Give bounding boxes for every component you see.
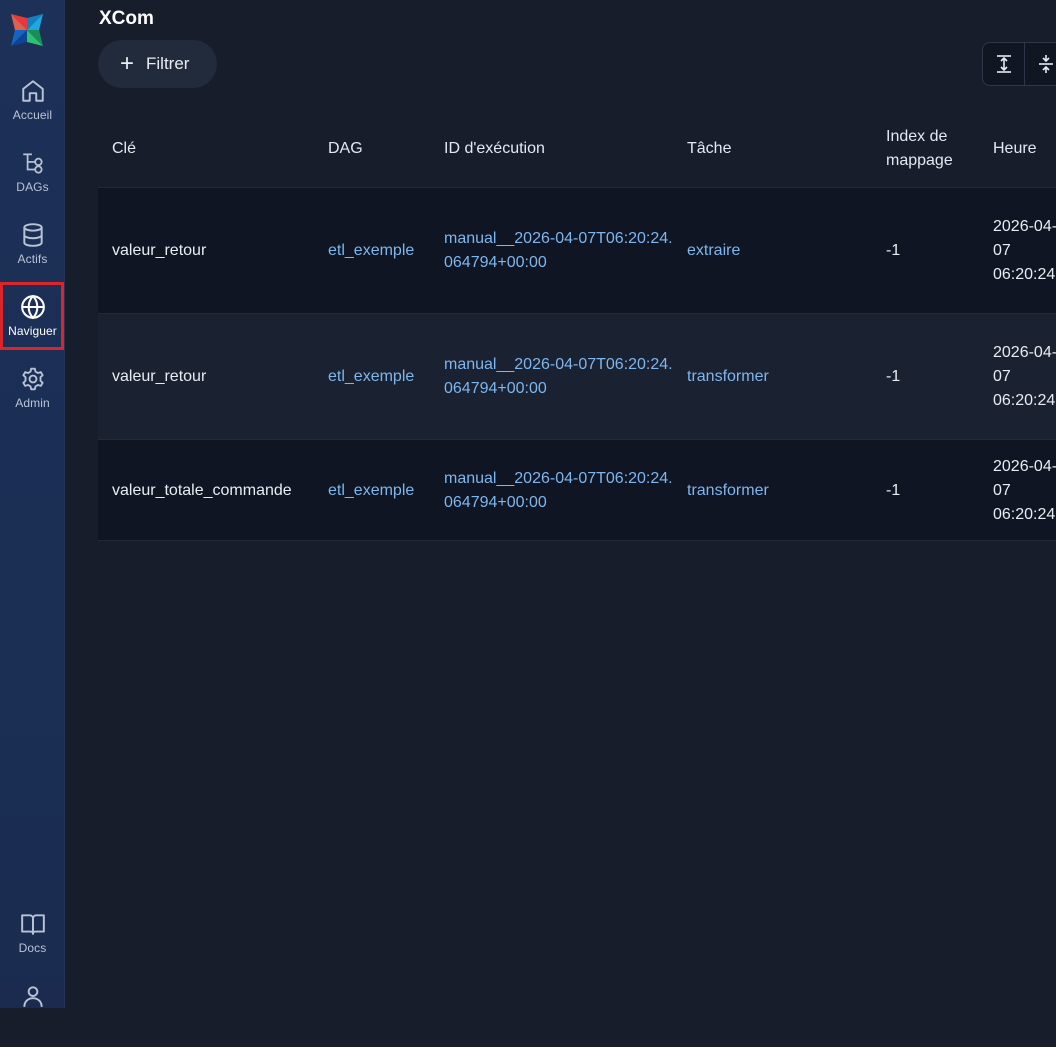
cell-time: 2026-04-07 06:20:24 bbox=[993, 440, 1056, 542]
cell-time: 2026-04-07 06:20:24 bbox=[993, 314, 1056, 440]
sidebar-item-label: Actifs bbox=[17, 252, 48, 266]
database-icon bbox=[22, 223, 43, 247]
filter-button[interactable]: + Filtrer bbox=[98, 40, 217, 88]
page-title: XCom bbox=[99, 8, 154, 29]
sidebar-item-label: Docs bbox=[18, 941, 47, 955]
sidebar-item-label: DAGs bbox=[16, 180, 49, 194]
globe-icon bbox=[20, 294, 45, 320]
density-toggle bbox=[982, 42, 1056, 86]
sidebar-item-admin[interactable]: Admin bbox=[0, 366, 65, 430]
cell-task-link[interactable]: extraire bbox=[687, 188, 740, 314]
table-row: valeur_retour etl_exemple manual__2026-0… bbox=[98, 187, 1056, 313]
cell-dag-link[interactable]: etl_exemple bbox=[328, 440, 414, 542]
compact-rows-button[interactable] bbox=[1025, 43, 1056, 85]
cell-map-index: -1 bbox=[886, 242, 901, 259]
cell-key: valeur_retour bbox=[112, 242, 207, 259]
cell-run-id-link[interactable]: manual__2026-04-07T06:20:24.064794+00:00 bbox=[444, 440, 674, 542]
run-id-text: manual__2026-04-07T06:20:24.064794+00:00 bbox=[444, 470, 673, 511]
sidebar-item-dags[interactable]: DAGs bbox=[0, 150, 65, 214]
table-row: valeur_totale_commande etl_exemple manua… bbox=[98, 439, 1056, 541]
column-header-task[interactable]: Tâche bbox=[687, 110, 731, 187]
sidebar-item-label: Accueil bbox=[12, 108, 53, 122]
user-icon bbox=[22, 986, 43, 1007]
column-header-map-index[interactable]: Index de mappage bbox=[886, 110, 976, 187]
xcom-table: Clé DAG ID d'exécution Tâche Index de ma… bbox=[98, 110, 1056, 541]
sidebar-item-docs[interactable]: Docs bbox=[0, 911, 65, 975]
home-icon bbox=[21, 80, 44, 102]
dags-icon bbox=[22, 153, 43, 174]
collapse-vertical-icon bbox=[1039, 55, 1053, 73]
sidebar-item-label: Naviguer bbox=[8, 324, 57, 338]
sidebar-item-accueil[interactable]: Accueil bbox=[0, 78, 65, 142]
column-header-run-id[interactable]: ID d'exécution bbox=[444, 110, 545, 187]
column-header-key[interactable]: Clé bbox=[112, 110, 136, 187]
time-text: 2026-04-07 06:20:24 bbox=[993, 458, 1056, 523]
cell-run-id-link[interactable]: manual__2026-04-07T06:20:24.064794+00:00 bbox=[444, 188, 674, 314]
time-text: 2026-04-07 06:20:24 bbox=[993, 344, 1056, 409]
sidebar-item-naviguer[interactable]: Naviguer bbox=[0, 294, 65, 358]
cell-run-id-link[interactable]: manual__2026-04-07T06:20:24.064794+00:00 bbox=[444, 314, 674, 440]
cell-dag-link[interactable]: etl_exemple bbox=[328, 314, 414, 440]
gear-icon bbox=[21, 367, 44, 391]
table-row: valeur_retour etl_exemple manual__2026-0… bbox=[98, 313, 1056, 439]
cell-map-index: -1 bbox=[886, 482, 901, 499]
run-id-text: manual__2026-04-07T06:20:24.064794+00:00 bbox=[444, 356, 673, 397]
cell-task-link[interactable]: transformer bbox=[687, 314, 769, 440]
plus-icon: + bbox=[120, 50, 135, 77]
main-content: XCom + Filtrer Clé DAG ID d'exécution Tâ… bbox=[65, 0, 1056, 1008]
column-header-dag[interactable]: DAG bbox=[328, 110, 363, 187]
cell-map-index: -1 bbox=[886, 368, 901, 385]
sidebar: Accueil DAGs Actifs Naviguer Admin Docs bbox=[0, 0, 65, 1008]
cell-time: 2026-04-07 06:20:24 bbox=[993, 188, 1056, 314]
airflow-logo[interactable] bbox=[7, 10, 47, 50]
expand-rows-button[interactable] bbox=[983, 43, 1025, 85]
column-header-time[interactable]: Heure bbox=[993, 110, 1037, 187]
cell-key: valeur_retour bbox=[112, 368, 207, 385]
sidebar-item-actifs[interactable]: Actifs bbox=[0, 222, 65, 286]
table-header: Clé DAG ID d'exécution Tâche Index de ma… bbox=[98, 110, 1056, 187]
cell-key: valeur_totale_commande bbox=[112, 482, 292, 499]
time-text: 2026-04-07 06:20:24 bbox=[993, 218, 1056, 283]
cell-dag-link[interactable]: etl_exemple bbox=[328, 188, 414, 314]
sidebar-item-label: Admin bbox=[15, 396, 50, 410]
run-id-text: manual__2026-04-07T06:20:24.064794+00:00 bbox=[444, 230, 673, 271]
expand-vertical-icon bbox=[996, 55, 1011, 73]
cell-task-link[interactable]: transformer bbox=[687, 440, 769, 542]
filter-button-label: Filtrer bbox=[146, 54, 190, 73]
sidebar-item-user[interactable] bbox=[0, 983, 65, 1047]
book-icon bbox=[20, 914, 45, 935]
